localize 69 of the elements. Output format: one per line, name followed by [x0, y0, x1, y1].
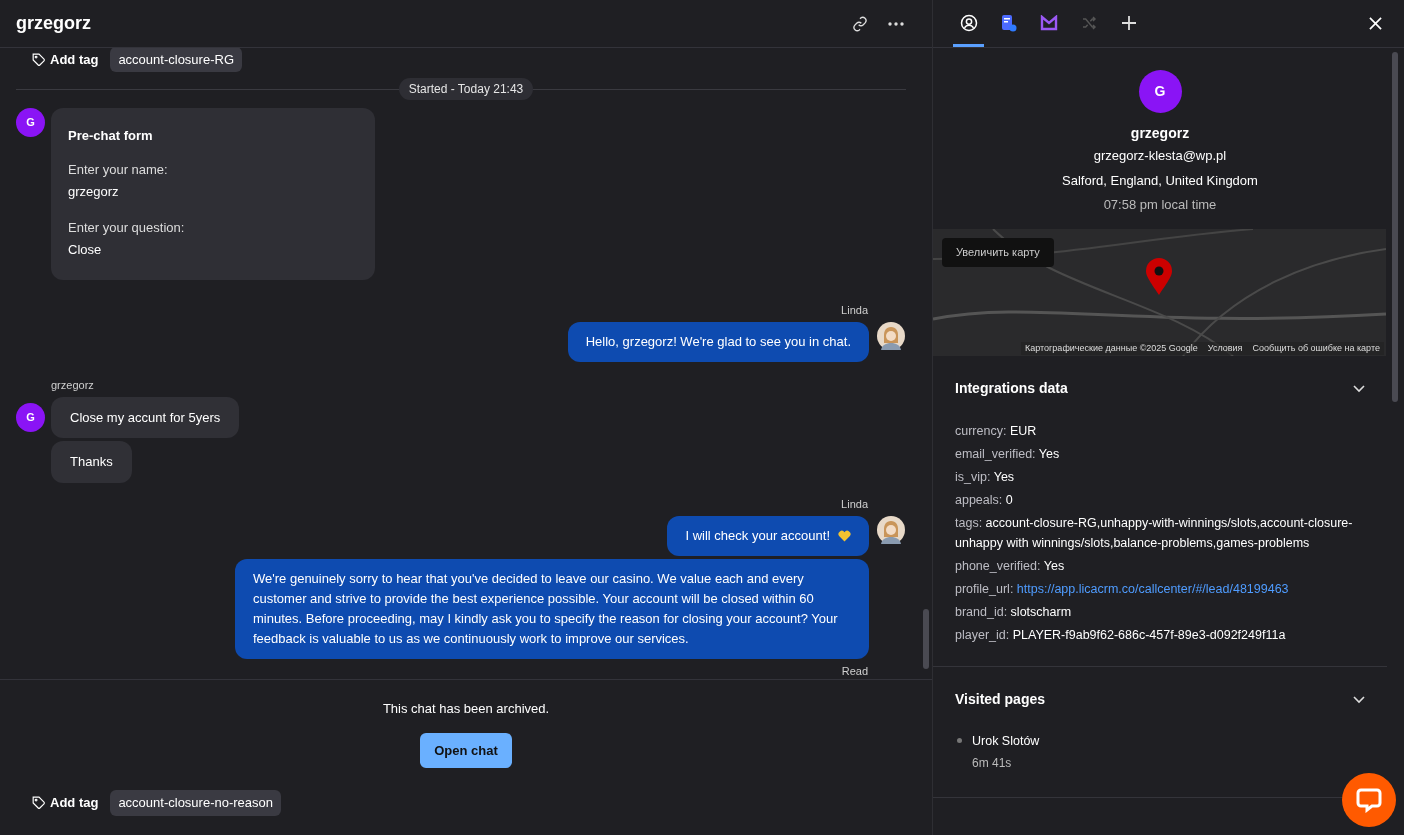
- heart-icon: [838, 530, 851, 542]
- customer-message-bubble: Close my accunt for 5yers: [51, 396, 240, 438]
- document-icon: [1000, 13, 1017, 32]
- map-pin-icon: [1145, 258, 1173, 296]
- integration-field: email_verified: Yes: [955, 444, 1365, 464]
- integration-field: phone_verified: Yes: [955, 556, 1365, 576]
- chevron-down-icon[interactable]: [1353, 695, 1365, 704]
- close-icon[interactable]: [1369, 17, 1382, 30]
- person-icon: [959, 13, 978, 32]
- section-title: Integrations data: [955, 379, 1068, 398]
- app-icon: [1039, 14, 1058, 31]
- read-status: Read: [841, 664, 868, 679]
- profile-link[interactable]: https://app.licacrm.co/callcenter/#/lead/48199463: [1016, 582, 1289, 596]
- integration-field: brand_id: slotscharm: [955, 602, 1365, 622]
- author-name: Linda: [841, 302, 868, 318]
- customer-avatar: G: [1138, 70, 1182, 113]
- section-header[interactable]: Integrations data: [955, 378, 1365, 399]
- integration-field: player_id: PLAYER-f9ab9f62-686c-457f-89e3-d092f249f11a: [955, 625, 1365, 645]
- message-text: We're genuinely sorry to hear that you've decided to leave our casino. We value each and every customer and strive to provide the best experience possible. Your account will be closed within 60 minutes. Before proceeding, may I kindly ask you to specify the reason for closing your account? Your feedback is valuable to us as we continuously work to improve our services.: [253, 570, 839, 648]
- map-report-link[interactable]: Сообщить об ошибке на карте: [1252, 341, 1380, 355]
- form-field-label: Enter your name:: [68, 160, 169, 179]
- form-field-value: grzegorz: [68, 183, 120, 201]
- more-icon[interactable]: [888, 21, 904, 26]
- visit-duration: 6m 41s: [972, 754, 1013, 772]
- add-tag-button[interactable]: Add tag: [32, 793, 99, 813]
- integration-field: appeals: 0: [955, 490, 1365, 510]
- link-icon[interactable]: [852, 15, 868, 32]
- integration-field: profile_url: https://app.licacrm.co/callcenter/#/lead/48199463: [955, 579, 1365, 599]
- form-title: Pre-chat form: [68, 127, 154, 145]
- chat-title: grzegorz: [16, 12, 92, 35]
- customer-name: grzegorz: [1130, 124, 1190, 143]
- chat-widget-button[interactable]: [1342, 773, 1396, 827]
- tag-chip[interactable]: account-closure-RG: [110, 48, 242, 73]
- tag-chip[interactable]: account-closure-no-reason: [110, 790, 282, 816]
- customer-location: Salford, England, United Kingdom: [1062, 171, 1258, 190]
- scrollbar[interactable]: [923, 609, 929, 669]
- agent-avatar: [877, 322, 905, 350]
- archived-notice: This chat has been archived.: [382, 700, 550, 718]
- tag-icon: [32, 795, 46, 810]
- customer-avatar: G: [16, 108, 45, 137]
- customer-message-bubble: Thanks: [51, 441, 132, 483]
- integration-field: tags: account-closure-RG,unhappy-with-winnings/slots,account-closure-unhappy with winnings/slots,balance-problems,games-problems: [955, 513, 1365, 553]
- author-name: grzegorz: [51, 378, 95, 393]
- section-title: Visited pages: [955, 690, 1045, 709]
- map-terms-link[interactable]: Условия: [1207, 341, 1243, 355]
- integration-field: is_vip: Yes: [955, 467, 1365, 487]
- integration-field: currency: EUR: [955, 421, 1365, 441]
- visited-page-title: Urok Slotów: [972, 733, 1040, 750]
- bullet-icon: [957, 738, 962, 743]
- plus-icon: [1120, 14, 1137, 31]
- enlarge-map-button[interactable]: Увеличить карту: [942, 238, 1054, 267]
- customer-email: grzegorz-klesta@wp.pl: [1093, 147, 1227, 165]
- section-header[interactable]: Visited pages: [955, 689, 1365, 710]
- agent-avatar: [877, 516, 905, 544]
- chat-bubble-icon: [1356, 787, 1382, 813]
- chat-started-label: Started - Today 21:43: [398, 78, 534, 100]
- message-text: I will check your account!: [685, 527, 830, 545]
- author-name: Linda: [841, 496, 868, 512]
- customer-avatar: G: [16, 402, 45, 432]
- map-attribution: Картографические данные ©2025 Google: [1025, 341, 1198, 355]
- open-chat-button[interactable]: Open chat: [420, 732, 512, 768]
- add-tag-button[interactable]: Add tag: [32, 49, 99, 70]
- form-field-label: Enter your question:: [68, 218, 186, 237]
- message-text: Hello, grzegorz! We're glad to see you in chat.: [585, 333, 851, 351]
- form-field-value: Close: [68, 241, 103, 259]
- scrollbar[interactable]: [1392, 52, 1398, 402]
- chevron-down-icon[interactable]: [1353, 384, 1365, 393]
- local-time: 07:58 pm local time: [1103, 196, 1217, 214]
- tag-icon: [32, 52, 46, 67]
